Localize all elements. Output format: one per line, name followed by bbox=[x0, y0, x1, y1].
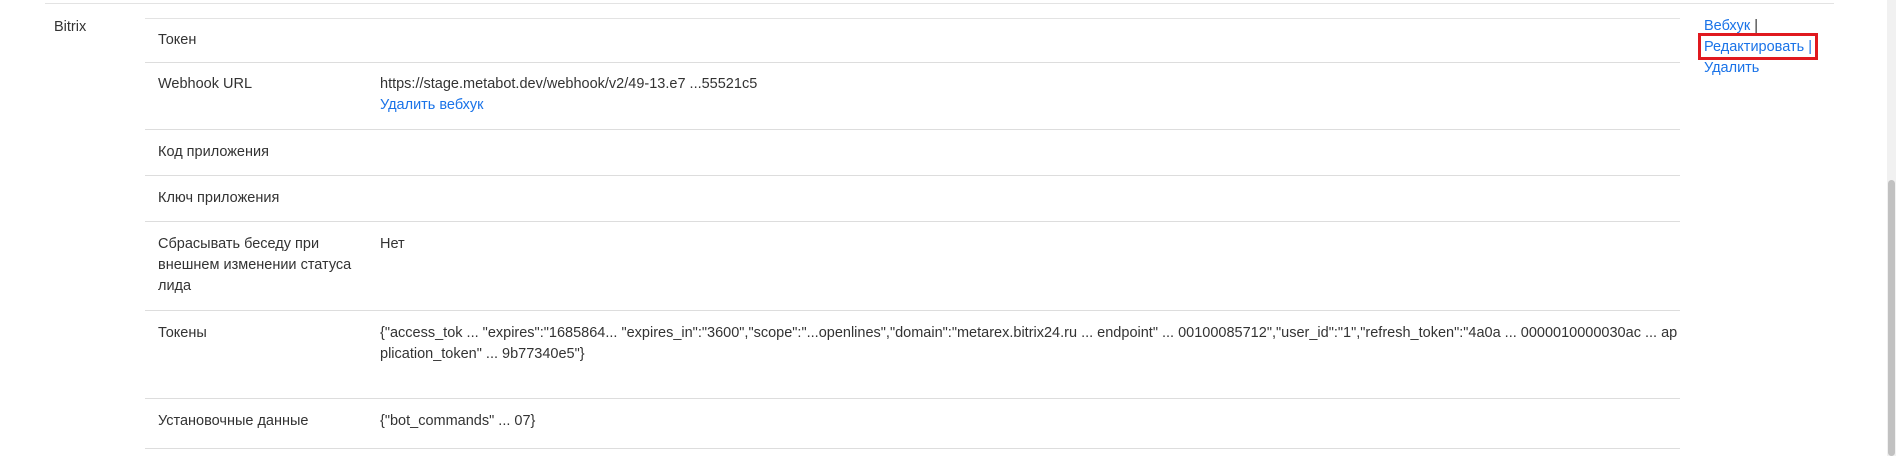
table-row-app-code: Код приложения bbox=[145, 130, 1680, 176]
row-label-tokens: Токены bbox=[158, 325, 207, 341]
delete-link[interactable]: Удалить bbox=[1704, 60, 1759, 76]
row-label-install-data: Установочные данные bbox=[158, 413, 309, 429]
table-row-reset-dialog: Сбрасывать беседу при внешнем изменении … bbox=[145, 222, 1680, 311]
table-row-tokens: Токены {"access_tok ... "expires":"16858… bbox=[145, 311, 1680, 399]
delete-action: Удалить bbox=[1704, 58, 1812, 79]
vertical-scrollbar[interactable] bbox=[1887, 0, 1896, 456]
edit-highlight-box bbox=[1698, 33, 1818, 60]
table-row-webhook-url: Webhook URL https://stage.metabot.dev/we… bbox=[145, 63, 1680, 130]
row-value-webhook-url: https://stage.metabot.dev/webhook/v2/49-… bbox=[380, 76, 758, 92]
section-title: Bitrix bbox=[54, 19, 87, 35]
row-label-app-key: Ключ приложения bbox=[158, 190, 280, 206]
row-value-tokens: {"access_tok ... "expires":"1685864... "… bbox=[380, 325, 1678, 362]
row-value-reset-dialog: Нет bbox=[380, 236, 405, 252]
webhook-link[interactable]: Вебхук bbox=[1704, 18, 1750, 34]
row-label-webhook-url: Webhook URL bbox=[158, 76, 253, 92]
table-row-token: Токен bbox=[145, 19, 1680, 63]
scrollbar-thumb[interactable] bbox=[1888, 180, 1895, 456]
row-value-install-data: {"bot_commands" ... 07} bbox=[380, 413, 536, 429]
row-label-reset-dialog: Сбрасывать беседу при внешнем изменении … bbox=[158, 236, 352, 294]
delete-webhook-link[interactable]: Удалить вебхук bbox=[380, 95, 484, 116]
table-row-install-data: Установочные данные {"bot_commands" ... … bbox=[145, 399, 1680, 449]
edit-action: Редактировать | bbox=[1698, 33, 1818, 60]
row-label-app-code: Код приложения bbox=[158, 144, 269, 160]
table-row-app-key: Ключ приложения bbox=[145, 176, 1680, 222]
row-actions: Вебхук | Редактировать | Удалить bbox=[1698, 16, 1818, 79]
action-separator: | bbox=[1754, 18, 1759, 34]
top-divider bbox=[45, 3, 1834, 4]
row-label-token: Токен bbox=[158, 32, 197, 48]
